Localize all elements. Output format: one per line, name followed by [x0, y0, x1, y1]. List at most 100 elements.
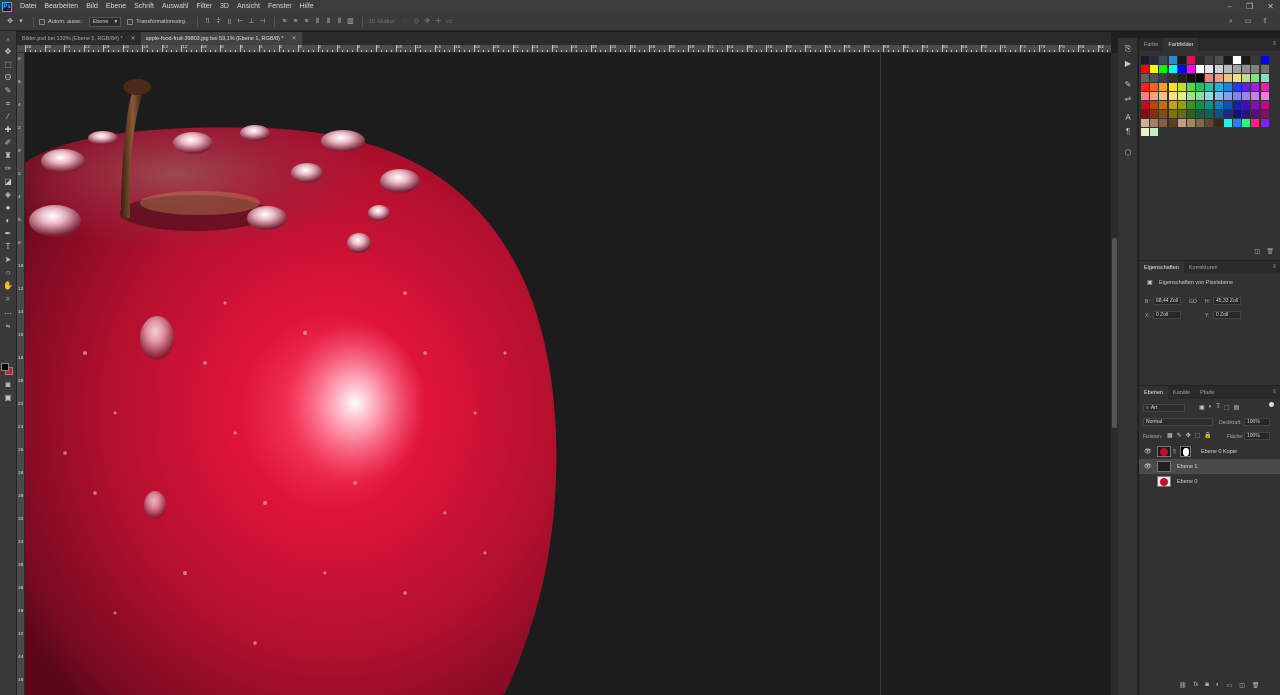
color-swatch[interactable] — [1214, 65, 1223, 73]
color-swatch[interactable] — [1159, 119, 1168, 127]
color-swatch[interactable] — [1196, 110, 1205, 118]
blur-tool-icon[interactable]: ● — [2, 202, 14, 214]
close-icon[interactable]: ✕ — [131, 35, 136, 42]
color-swatch[interactable] — [1251, 65, 1260, 73]
layer-ebene-1[interactable]: 👁 Ebene 1 — [1139, 459, 1280, 474]
color-swatch[interactable] — [1159, 65, 1168, 73]
restore-icon[interactable]: ❐ — [1246, 2, 1253, 11]
color-swatch[interactable] — [1196, 92, 1205, 100]
link-layers-icon[interactable]: ⛓ — [1179, 682, 1187, 689]
move-tool-icon[interactable]: ✥ — [2, 46, 14, 58]
color-swatch[interactable] — [1159, 56, 1168, 64]
zoom-tool-icon[interactable]: ⌕ — [2, 293, 14, 305]
eraser-tool-icon[interactable]: ◪ — [2, 176, 14, 188]
color-swatch[interactable] — [1205, 92, 1214, 100]
color-swatch[interactable] — [1205, 101, 1214, 109]
color-swatch[interactable] — [1260, 83, 1269, 91]
menu-bild[interactable]: Bild — [86, 3, 98, 10]
color-swatch[interactable] — [1141, 92, 1149, 100]
filter-smart-object-icon[interactable]: ▤ — [1234, 404, 1240, 411]
color-swatch[interactable] — [1196, 119, 1205, 127]
color-swatch[interactable] — [1260, 101, 1269, 109]
filter-shape-icon[interactable]: ⬚ — [1224, 404, 1230, 411]
color-swatch[interactable] — [1242, 56, 1251, 64]
color-swatch[interactable] — [1233, 119, 1241, 127]
layer-mask-thumbnail[interactable] — [1180, 446, 1191, 457]
path-select-tool-icon[interactable]: ➤ — [2, 254, 14, 266]
distribute-top-icon[interactable]: ≡ — [280, 18, 288, 26]
menu-filter[interactable]: Filter — [196, 3, 212, 10]
color-swatch[interactable] — [1233, 56, 1241, 64]
history-icon[interactable]: ⎘ — [1123, 44, 1133, 54]
lock-all-icon[interactable]: 🔒 — [1204, 432, 1211, 439]
3d-roll-icon[interactable]: ◎ — [412, 18, 420, 26]
color-swatch[interactable] — [1168, 101, 1177, 109]
color-swatch[interactable] — [1168, 92, 1177, 100]
color-swatch[interactable] — [1141, 65, 1149, 73]
color-swatch[interactable] — [1205, 119, 1214, 127]
auto-align-icon[interactable]: ▥ — [346, 18, 354, 26]
character-icon[interactable]: A — [1123, 113, 1133, 123]
tab-bilder-psd[interactable]: Bilder.psd bei 133% (Ebene 5, RGB/8#) * … — [17, 32, 141, 45]
color-swatch[interactable] — [1187, 65, 1195, 73]
new-layer-icon[interactable]: ◫ — [1239, 682, 1245, 689]
layer-style-icon[interactable]: fx — [1194, 682, 1199, 689]
close-icon[interactable]: ✕ — [292, 35, 297, 42]
new-group-icon[interactable]: ▭ — [1227, 682, 1233, 689]
color-swatch[interactable] — [1223, 119, 1232, 127]
color-swatch[interactable] — [1141, 83, 1149, 91]
marquee-tool-icon[interactable]: ⬚ — [2, 59, 14, 71]
pen-tool-icon[interactable]: ✒ — [2, 228, 14, 240]
color-swatch[interactable] — [1260, 56, 1269, 64]
color-swatch[interactable] — [1141, 101, 1149, 109]
distribute-right-icon[interactable]: ⦀ — [335, 18, 343, 26]
color-swatch[interactable] — [1168, 119, 1177, 127]
color-swatch[interactable] — [1141, 74, 1149, 82]
layer-filter-dropdown[interactable]: ⌕ Art — [1143, 404, 1185, 412]
menu-ansicht[interactable]: Ansicht — [237, 3, 260, 10]
color-swatch[interactable] — [1150, 110, 1159, 118]
type-tool-icon[interactable]: T — [2, 241, 14, 253]
color-swatch[interactable] — [1214, 92, 1223, 100]
dodge-tool-icon[interactable]: ◐ — [2, 215, 14, 227]
color-swatch[interactable] — [1177, 92, 1186, 100]
color-swatch[interactable] — [1223, 92, 1232, 100]
color-swatch[interactable] — [1196, 56, 1205, 64]
color-swatch[interactable] — [1168, 56, 1177, 64]
layer-ebene-0-kopie[interactable]: 👁 § Ebene 0 Kopie — [1139, 444, 1280, 459]
color-swatch[interactable] — [1251, 110, 1260, 118]
color-swatch[interactable] — [1205, 56, 1214, 64]
color-swatch[interactable] — [1233, 101, 1241, 109]
color-swatch[interactable] — [1242, 83, 1251, 91]
menu-hilfe[interactable]: Hilfe — [300, 3, 314, 10]
healing-brush-tool-icon[interactable]: ✚ — [2, 124, 14, 136]
tab-ebenen[interactable]: Ebenen — [1139, 386, 1168, 399]
menu-3d[interactable]: 3D — [220, 3, 229, 10]
color-swatch[interactable] — [1223, 74, 1232, 82]
menu-bearbeiten[interactable]: Bearbeiten — [44, 3, 78, 10]
color-swatch[interactable] — [1223, 83, 1232, 91]
tab-pfade[interactable]: Pfade — [1195, 386, 1219, 399]
lock-image-icon[interactable]: ✎ — [1177, 432, 1182, 439]
align-hcenter-icon[interactable]: ⊥ — [247, 18, 255, 26]
transform-controls-checkbox[interactable] — [127, 18, 134, 25]
color-swatch[interactable] — [1260, 110, 1269, 118]
more-tools-icon[interactable]: ⋯ — [2, 308, 14, 320]
color-swatch[interactable] — [1251, 56, 1260, 64]
tab-apple-jpg[interactable]: apple-food-fruit-39803.jpg bei 59,1% (Eb… — [140, 32, 302, 45]
color-swatch[interactable] — [1187, 83, 1195, 91]
color-swatch[interactable] — [1150, 128, 1159, 136]
color-swatch[interactable] — [1141, 110, 1149, 118]
chevron-down-icon[interactable]: ▾ — [17, 18, 25, 26]
menu-schrift[interactable]: Schrift — [134, 3, 154, 10]
color-swatch[interactable] — [1242, 119, 1251, 127]
new-swatch-icon[interactable]: ◫ — [1254, 248, 1260, 255]
close-icon[interactable]: ✕ — [1267, 2, 1274, 11]
align-vcenter-icon[interactable]: ⫩ — [214, 18, 222, 26]
color-swatch[interactable] — [1150, 101, 1159, 109]
color-swatch[interactable] — [1141, 56, 1149, 64]
color-swatch[interactable] — [1214, 74, 1223, 82]
color-swatch[interactable] — [1187, 119, 1195, 127]
color-swatch[interactable] — [1168, 65, 1177, 73]
vertical-scrollbar[interactable] — [1111, 53, 1118, 695]
